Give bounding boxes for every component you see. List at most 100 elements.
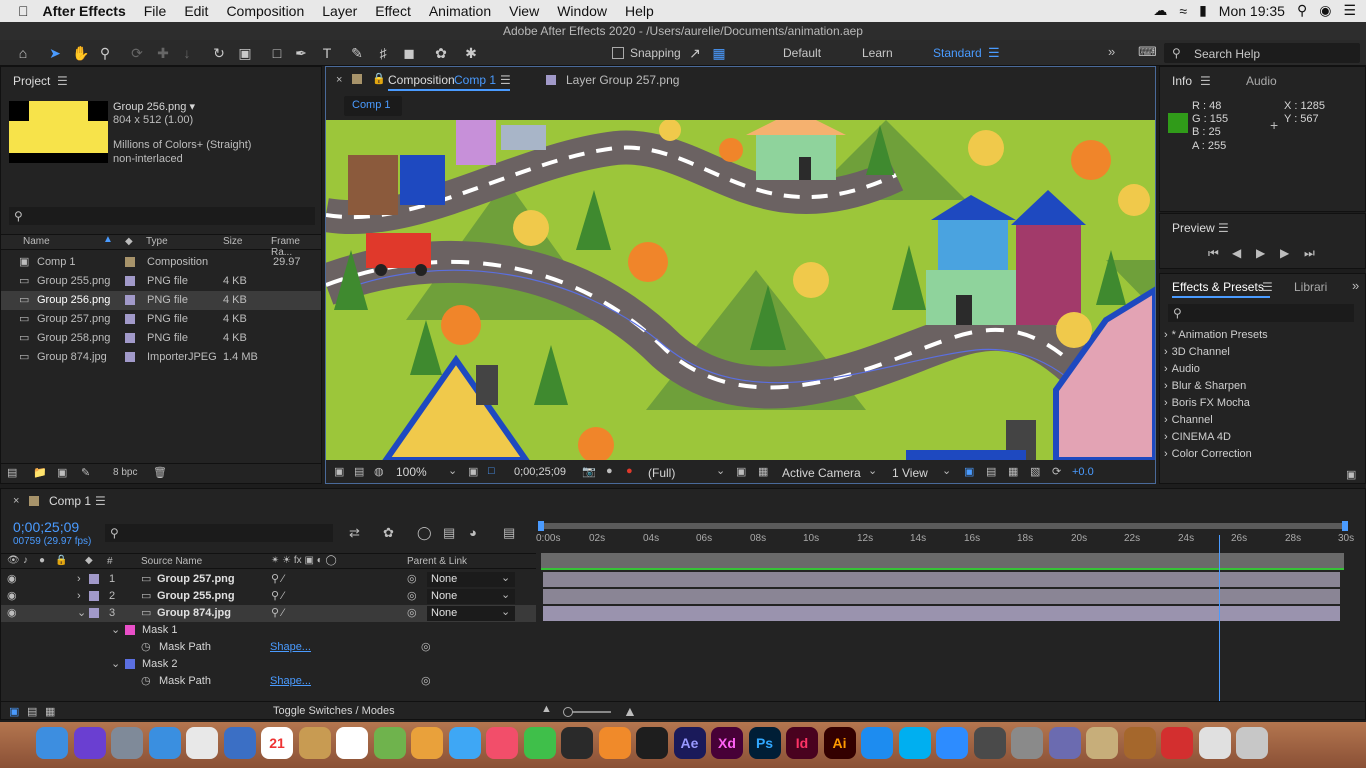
work-area-start-handle[interactable] <box>538 521 544 531</box>
project-item[interactable]: ▭ Group 258.png PNG file 4 KB <box>1 329 321 348</box>
eye-icon[interactable]: ◉ <box>7 605 17 622</box>
siri-menu-icon[interactable]: ◉ <box>1319 2 1331 19</box>
eye-icon[interactable]: ◉ <box>7 588 17 605</box>
asset-name[interactable]: Group 256.png ▾ <box>113 100 195 113</box>
panel-menu-icon[interactable]: ☰ <box>95 494 106 508</box>
apple-icon[interactable]:  <box>18 3 29 19</box>
in-out-icon[interactable]: ▦ <box>45 705 55 718</box>
toggle-pixel-icon[interactable]: ▣ <box>964 465 974 478</box>
views-select[interactable]: 1 View <box>892 466 928 480</box>
battery-icon[interactable]: ▮ <box>1199 2 1207 19</box>
misc3-icon[interactable] <box>1086 727 1118 759</box>
layer-name[interactable]: Group 255.png <box>157 588 235 605</box>
libraries-tab[interactable]: Librari <box>1294 280 1327 294</box>
dolly-tool-icon[interactable]: ↓ <box>178 44 196 62</box>
parent-select[interactable]: None ⌄ <box>427 589 515 604</box>
effects-category[interactable]: › Color Correction <box>1164 445 1344 464</box>
project-item[interactable]: ▭ Group 256.png PNG file 4 KB <box>1 291 321 310</box>
channel-icon[interactable]: ● <box>626 465 633 477</box>
chevron-down-icon[interactable]: ⌄ <box>77 605 86 622</box>
work-area-bar[interactable] <box>538 523 1348 529</box>
workspace-default[interactable]: Default <box>783 46 821 60</box>
project-item[interactable]: ▭ Group 257.png PNG file 4 KB <box>1 310 321 329</box>
menu-window[interactable]: Window <box>557 3 607 19</box>
menu-layer[interactable]: Layer <box>322 3 357 19</box>
pickwhip-icon[interactable]: ◎ <box>407 588 417 605</box>
menu-animation[interactable]: Animation <box>429 3 491 19</box>
lock-icon[interactable]: 🔒 <box>372 72 386 85</box>
viewer-timecode[interactable]: 0;00;25;09 <box>514 466 566 478</box>
bpc-toggle[interactable]: 8 bpc <box>113 467 137 478</box>
last-frame-icon[interactable]: ⏭ <box>1304 246 1315 261</box>
toggle-switches-modes[interactable]: Toggle Switches / Modes <box>273 705 395 717</box>
label-color[interactable] <box>125 276 135 286</box>
layer-tab[interactable]: Layer Group 257.png <box>566 73 679 87</box>
shy-icon[interactable]: ◯ <box>417 525 432 541</box>
lock-icon[interactable]: 🔒 <box>55 555 67 566</box>
mask-color[interactable] <box>125 625 135 635</box>
layer-switches[interactable]: ⚲ ⁄ <box>271 571 284 588</box>
music-icon[interactable] <box>486 727 518 759</box>
chevron-right-icon[interactable]: › <box>77 571 81 588</box>
effects-search-input[interactable]: ⚲ <box>1168 304 1354 322</box>
parent-select[interactable]: None ⌄ <box>427 572 515 587</box>
ps-icon[interactable]: Ps <box>748 727 781 759</box>
trash-icon[interactable]: 🗑 <box>153 466 167 479</box>
prev-frame-icon[interactable]: ◀ <box>1232 246 1241 260</box>
transparency-grid-icon[interactable]: ▦ <box>758 465 768 478</box>
home-icon[interactable]: ⌂ <box>14 44 32 62</box>
layer-name[interactable]: Group 257.png <box>157 571 235 588</box>
xd-icon[interactable]: Xd <box>711 727 743 759</box>
snap-icon[interactable]: ↗ <box>686 44 704 62</box>
roi-icon[interactable]: ▣ <box>736 465 746 478</box>
timeline-search-input[interactable]: ⚲ <box>105 524 333 542</box>
chevron-down-icon[interactable]: ⌄ <box>448 464 457 477</box>
panel-menu-icon[interactable]: ☰ <box>1218 221 1229 235</box>
launchpad-icon[interactable] <box>111 727 143 759</box>
layer-bar-1[interactable] <box>543 572 1340 587</box>
roto-brush-tool-icon[interactable]: ✿ <box>432 44 450 62</box>
stopwatch-icon[interactable]: ◷ <box>141 639 151 656</box>
spotlight-icon[interactable]: ⚲ <box>1297 2 1307 19</box>
stopwatch-icon[interactable]: ◷ <box>141 673 151 690</box>
graph-editor-icon[interactable]: ▤ <box>503 525 515 541</box>
zoom-tool-icon[interactable]: ⚲ <box>96 44 114 62</box>
pen-tool-icon[interactable]: ✒ <box>292 44 310 62</box>
draft-3d-icon[interactable]: ✿ <box>383 525 394 541</box>
mask-shape-link[interactable]: Shape... <box>270 673 311 690</box>
col-source-name[interactable]: Source Name <box>141 556 202 567</box>
appstore-icon[interactable] <box>861 727 893 759</box>
timeline-timecode[interactable]: 0;00;25;09 <box>13 519 79 535</box>
resolution-select[interactable]: (Full) <box>648 466 675 480</box>
puppet-pin-tool-icon[interactable]: ✱ <box>462 44 480 62</box>
solo-icon[interactable]: ● <box>39 555 45 566</box>
label-color[interactable] <box>89 608 99 618</box>
layer-switches[interactable]: ⚲ ⁄ <box>271 588 284 605</box>
play-icon[interactable]: ▶ <box>1256 246 1265 260</box>
id-icon[interactable]: Id <box>786 727 818 759</box>
eraser-tool-icon[interactable]: ◼ <box>400 44 418 62</box>
frame-blending-icon[interactable]: ▤ <box>443 525 455 541</box>
col-type[interactable]: Type <box>146 236 168 247</box>
skype-icon[interactable] <box>898 727 931 759</box>
figma-icon[interactable] <box>636 727 668 759</box>
mask-row[interactable]: ⌄ Mask 1 <box>1 622 536 639</box>
workspace-menu-icon[interactable]: ☰ <box>988 45 1000 61</box>
maps-icon[interactable] <box>373 727 406 759</box>
label-color[interactable] <box>89 591 99 601</box>
motion-blur-icon[interactable]: ◕ <box>469 525 477 540</box>
always-preview-icon[interactable]: ▣ <box>334 465 344 478</box>
mask-visibility-icon[interactable]: ◍ <box>374 465 384 478</box>
camera-select[interactable]: Active Camera <box>782 466 861 480</box>
books-icon[interactable] <box>598 727 631 759</box>
more-workspaces-icon[interactable]: » <box>1108 44 1115 59</box>
facetime-icon[interactable] <box>523 727 556 759</box>
acrobat-icon[interactable] <box>1161 727 1193 759</box>
col-parent-link[interactable]: Parent & Link <box>407 556 467 567</box>
pickwhip-icon[interactable]: ◎ <box>421 673 431 690</box>
eye-icon[interactable]: ◉ <box>7 571 17 588</box>
comp-mini-flowchart-icon[interactable]: ⇄ <box>349 525 360 541</box>
rotate-tool-icon[interactable]: ↻ <box>210 44 228 62</box>
rectangle-tool-icon[interactable]: □ <box>268 44 286 62</box>
comp-viewer[interactable] <box>326 120 1155 460</box>
